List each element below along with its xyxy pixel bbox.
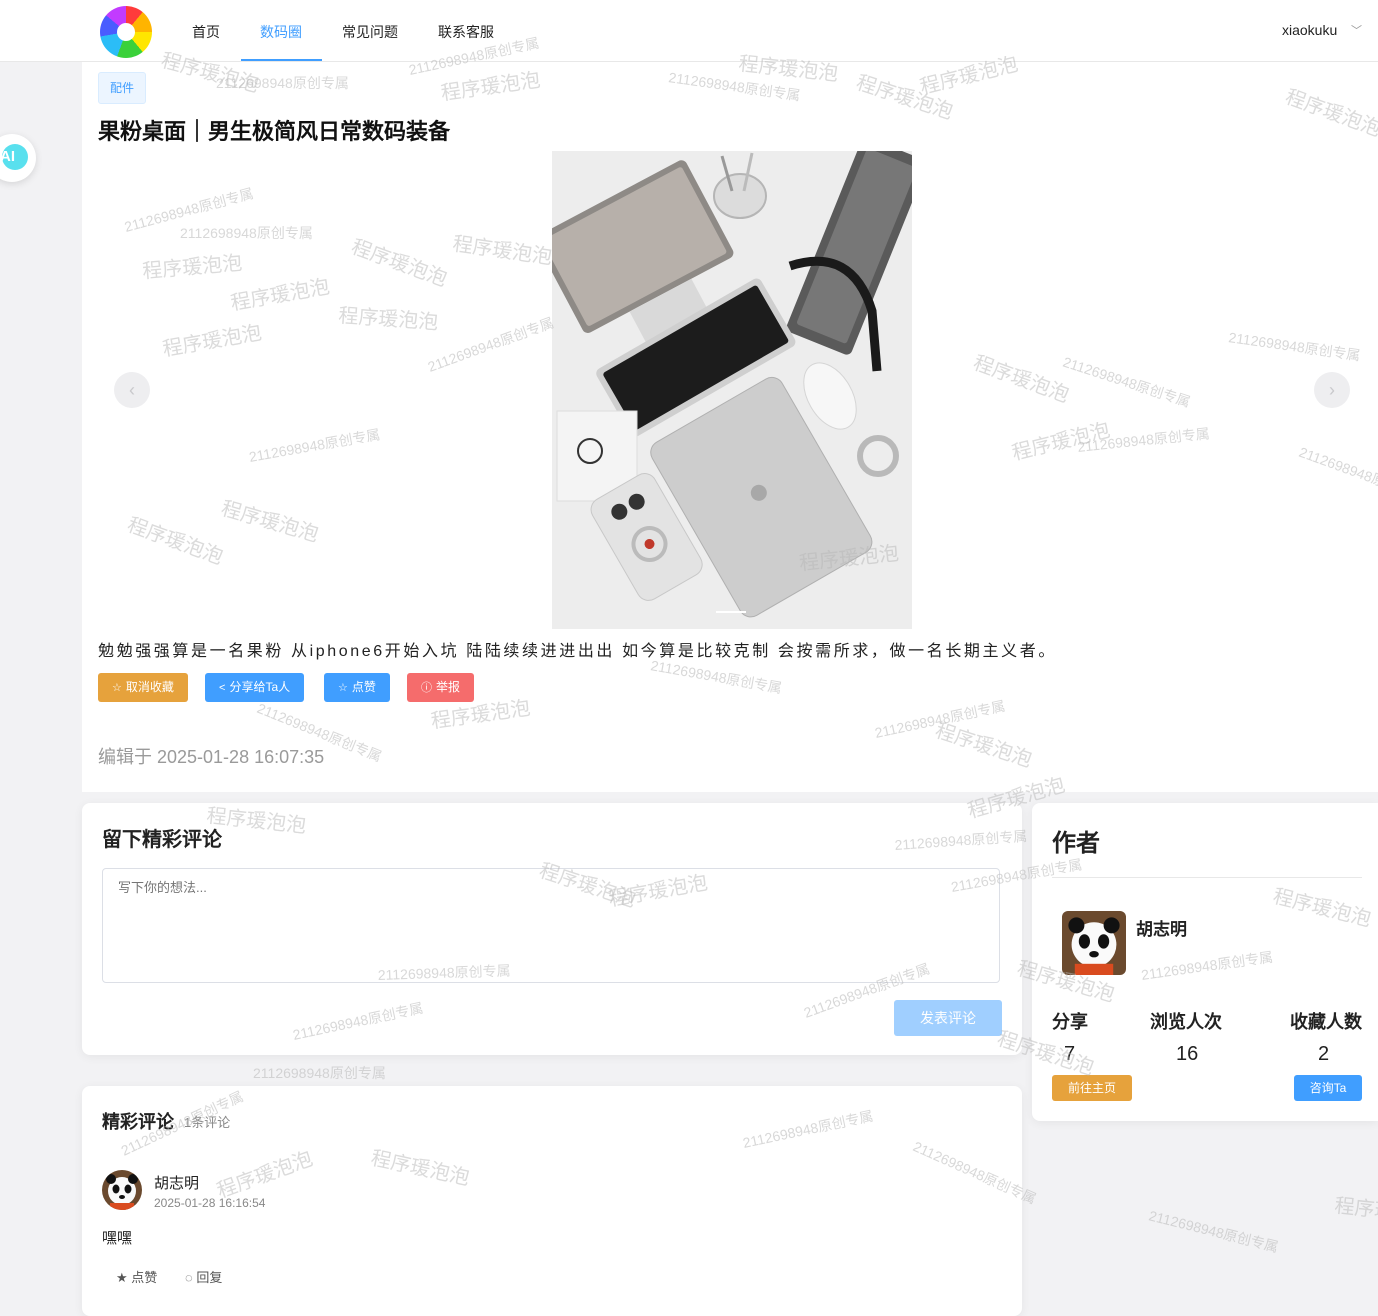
ai-assistant-button[interactable]: AI bbox=[0, 134, 36, 182]
consult-button[interactable]: 咨询Ta bbox=[1294, 1075, 1362, 1101]
user-menu[interactable]: xiaokuku bbox=[1282, 22, 1337, 38]
comment-author[interactable]: 胡志明 bbox=[154, 1172, 199, 1193]
unfavorite-button[interactable]: ☆ 取消收藏 bbox=[98, 673, 188, 702]
carousel-next-button[interactable]: › bbox=[1314, 372, 1350, 408]
star-icon: ★ bbox=[116, 1270, 128, 1285]
chevron-left-icon: ‹ bbox=[129, 380, 135, 400]
post-image bbox=[552, 151, 912, 629]
nav-digital-circle[interactable]: 数码圈 bbox=[260, 22, 302, 42]
category-tag[interactable]: 配件 bbox=[98, 72, 147, 104]
carousel-indicator[interactable] bbox=[716, 611, 746, 613]
edited-timestamp: 编辑于 2025-01-28 16:07:35 bbox=[98, 747, 325, 767]
comment-form-card: 留下精彩评论 发表评论 bbox=[82, 803, 1022, 1055]
chat-bubble-icon: ◌ bbox=[185, 1270, 193, 1285]
stat-value-share: 7 bbox=[1064, 1043, 1076, 1065]
share-button[interactable]: < 分享给Ta人 bbox=[205, 673, 305, 702]
top-navbar: 首页 数码圈 常见问题 联系客服 xiaokuku ﹀ bbox=[0, 0, 1378, 62]
comment-form-title: 留下精彩评论 bbox=[102, 829, 222, 851]
nav-active-indicator bbox=[241, 59, 322, 61]
nav-faq[interactable]: 常见问题 bbox=[342, 22, 398, 42]
comment-input[interactable] bbox=[102, 868, 1000, 983]
author-card: 作者 胡志明 分享 7 浏览人次 16 收藏人数 2 前往主页 咨询Ta bbox=[1032, 803, 1378, 1121]
comment-reply-button[interactable]: ◌ 回复 bbox=[185, 1267, 222, 1286]
stat-value-views: 16 bbox=[1176, 1043, 1199, 1065]
divider bbox=[1052, 877, 1362, 878]
author-section-title: 作者 bbox=[1052, 830, 1100, 857]
author-name[interactable]: 胡志明 bbox=[1136, 915, 1187, 940]
author-avatar[interactable] bbox=[1062, 911, 1126, 975]
desk-setup-illustration bbox=[552, 151, 912, 629]
like-button[interactable]: ☆ 点赞 bbox=[324, 673, 390, 702]
info-icon: ⓘ bbox=[421, 682, 432, 694]
nav-home[interactable]: 首页 bbox=[192, 22, 220, 42]
chevron-down-icon[interactable]: ﹀ bbox=[1351, 22, 1362, 38]
site-logo[interactable] bbox=[100, 6, 152, 58]
stat-label-views: 浏览人次 bbox=[1150, 1012, 1222, 1032]
panda-avatar-icon bbox=[1062, 911, 1126, 975]
report-button[interactable]: ⓘ 举报 bbox=[407, 673, 475, 702]
chevron-right-icon: › bbox=[1329, 380, 1335, 400]
comment-text: 嘿嘿 bbox=[102, 1230, 133, 1247]
stat-label-favorites: 收藏人数 bbox=[1290, 1012, 1362, 1032]
comments-card: 精彩评论 1条评论 胡志明 2025-01-28 16:16:54 嘿嘿 ★ 点… bbox=[82, 1086, 1022, 1316]
comment-like-button[interactable]: ★ 点赞 bbox=[116, 1267, 157, 1286]
watermark-text: 程序瑗泡泡 bbox=[1333, 1194, 1378, 1227]
star-icon: ☆ bbox=[338, 682, 348, 694]
visit-homepage-button[interactable]: 前往主页 bbox=[1052, 1075, 1132, 1101]
comment-time: 2025-01-28 16:16:54 bbox=[154, 1196, 266, 1210]
watermark-text: 2112698948原创专属 bbox=[253, 1065, 386, 1081]
comments-title: 精彩评论 bbox=[102, 1112, 174, 1132]
submit-comment-button[interactable]: 发表评论 bbox=[894, 1000, 1002, 1036]
panda-avatar-icon bbox=[102, 1170, 142, 1210]
stat-label-share: 分享 bbox=[1052, 1012, 1088, 1032]
post-description: 勉勉强强算是一名果粉 从iphone6开始入坑 陆陆续续进进出出 如今算是比较克… bbox=[98, 643, 1057, 660]
share-icon: < bbox=[219, 682, 226, 694]
watermark-text: 2112698948原创专属 bbox=[1147, 1207, 1280, 1255]
comment-count: 1条评论 bbox=[184, 1115, 231, 1130]
nav-contact-service[interactable]: 联系客服 bbox=[438, 22, 494, 42]
ai-icon: AI bbox=[0, 144, 28, 170]
article-card: 配件 果粉桌面｜男生极简风日常数码装备 ‹ › 勉勉强强算是一名果粉 从ipho… bbox=[82, 62, 1378, 792]
post-title: 果粉桌面｜男生极简风日常数码装备 bbox=[98, 119, 451, 144]
star-icon: ☆ bbox=[112, 682, 122, 694]
stat-value-favorites: 2 bbox=[1318, 1043, 1330, 1065]
avatar[interactable] bbox=[102, 1170, 142, 1210]
carousel-prev-button[interactable]: ‹ bbox=[114, 372, 150, 408]
